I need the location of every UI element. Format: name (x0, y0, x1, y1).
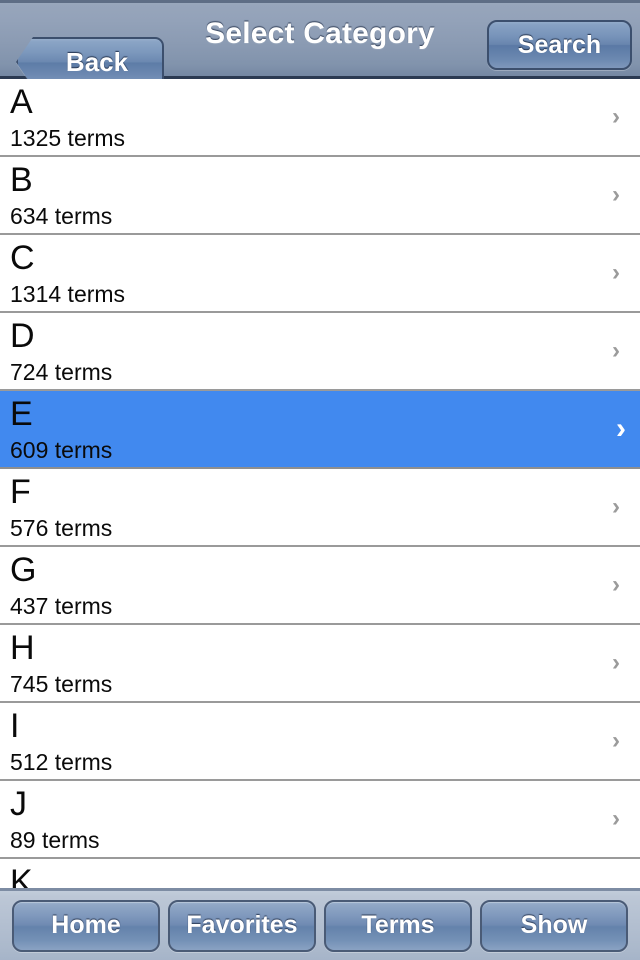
chevron-right-icon: › (612, 571, 620, 598)
list-item[interactable]: C 1314 terms › (0, 235, 640, 313)
category-term-count: 512 terms (10, 749, 113, 775)
toolbar-button-home[interactable]: Home (12, 899, 160, 952)
search-button[interactable]: Search (487, 20, 632, 70)
list-item[interactable]: J 89 terms › (0, 781, 640, 859)
bottom-toolbar: Home Favorites Terms Show (0, 888, 640, 960)
chevron-right-icon: › (612, 493, 620, 520)
app-root: Back Select Category Search A 1325 terms ›… (0, 0, 640, 960)
category-letter: F (10, 473, 31, 511)
category-letter: B (10, 161, 33, 199)
list-item[interactable]: I 512 terms › (0, 703, 640, 781)
category-term-count: 1314 terms (10, 281, 126, 307)
toolbar-button-label: Home (51, 911, 121, 939)
category-letter: D (10, 317, 35, 355)
category-term-count: 89 terms (10, 827, 100, 853)
search-button-label: Search (517, 30, 602, 59)
category-term-count: 437 terms (10, 593, 113, 619)
chevron-right-icon: › (612, 259, 620, 286)
list-item[interactable]: G 437 terms › (0, 547, 640, 625)
list-item[interactable]: K (0, 859, 640, 888)
list-item[interactable]: B 634 terms › (0, 157, 640, 235)
chevron-right-icon: › (612, 805, 620, 832)
toolbar-button-label: Favorites (186, 911, 298, 939)
category-term-count: 745 terms (10, 671, 113, 697)
list-item[interactable]: E 609 terms › (0, 391, 640, 469)
chevron-right-icon: › (612, 103, 620, 130)
category-list[interactable]: A 1325 terms › B 634 terms › C 1314 terms › D 724 … (0, 79, 640, 888)
category-term-count: 1325 terms (10, 125, 126, 151)
list-item[interactable]: F 576 terms › (0, 469, 640, 547)
category-term-count: 634 terms (10, 203, 113, 229)
category-letter: G (10, 551, 37, 589)
category-letter: E (10, 395, 33, 433)
chevron-right-icon: › (612, 181, 620, 208)
list-item[interactable]: D 724 terms › (0, 313, 640, 391)
category-letter: J (10, 785, 27, 823)
toolbar-button-label: Show (520, 911, 588, 939)
category-letter: A (10, 83, 33, 121)
chevron-right-icon: › (612, 727, 620, 754)
toolbar-button-show[interactable]: Show (480, 899, 628, 952)
back-button-label: Back (65, 46, 129, 77)
list-item[interactable]: A 1325 terms › (0, 79, 640, 157)
category-term-count: 576 terms (10, 515, 113, 541)
toolbar-button-favorites[interactable]: Favorites (168, 899, 316, 952)
category-term-count: 609 terms (10, 437, 113, 463)
toolbar-button-label: Terms (361, 911, 435, 939)
chevron-right-icon: › (612, 649, 620, 676)
category-letter: H (10, 629, 35, 667)
category-term-count: 724 terms (10, 359, 113, 385)
chevron-right-icon: › (616, 412, 626, 445)
navigation-bar: Back Select Category Search (0, 0, 640, 87)
category-letter: K (10, 863, 33, 888)
list-item[interactable]: H 745 terms › (0, 625, 640, 703)
toolbar-button-terms[interactable]: Terms (324, 899, 472, 952)
category-letter: C (10, 239, 35, 277)
chevron-right-icon: › (612, 337, 620, 364)
category-letter: I (10, 707, 20, 745)
